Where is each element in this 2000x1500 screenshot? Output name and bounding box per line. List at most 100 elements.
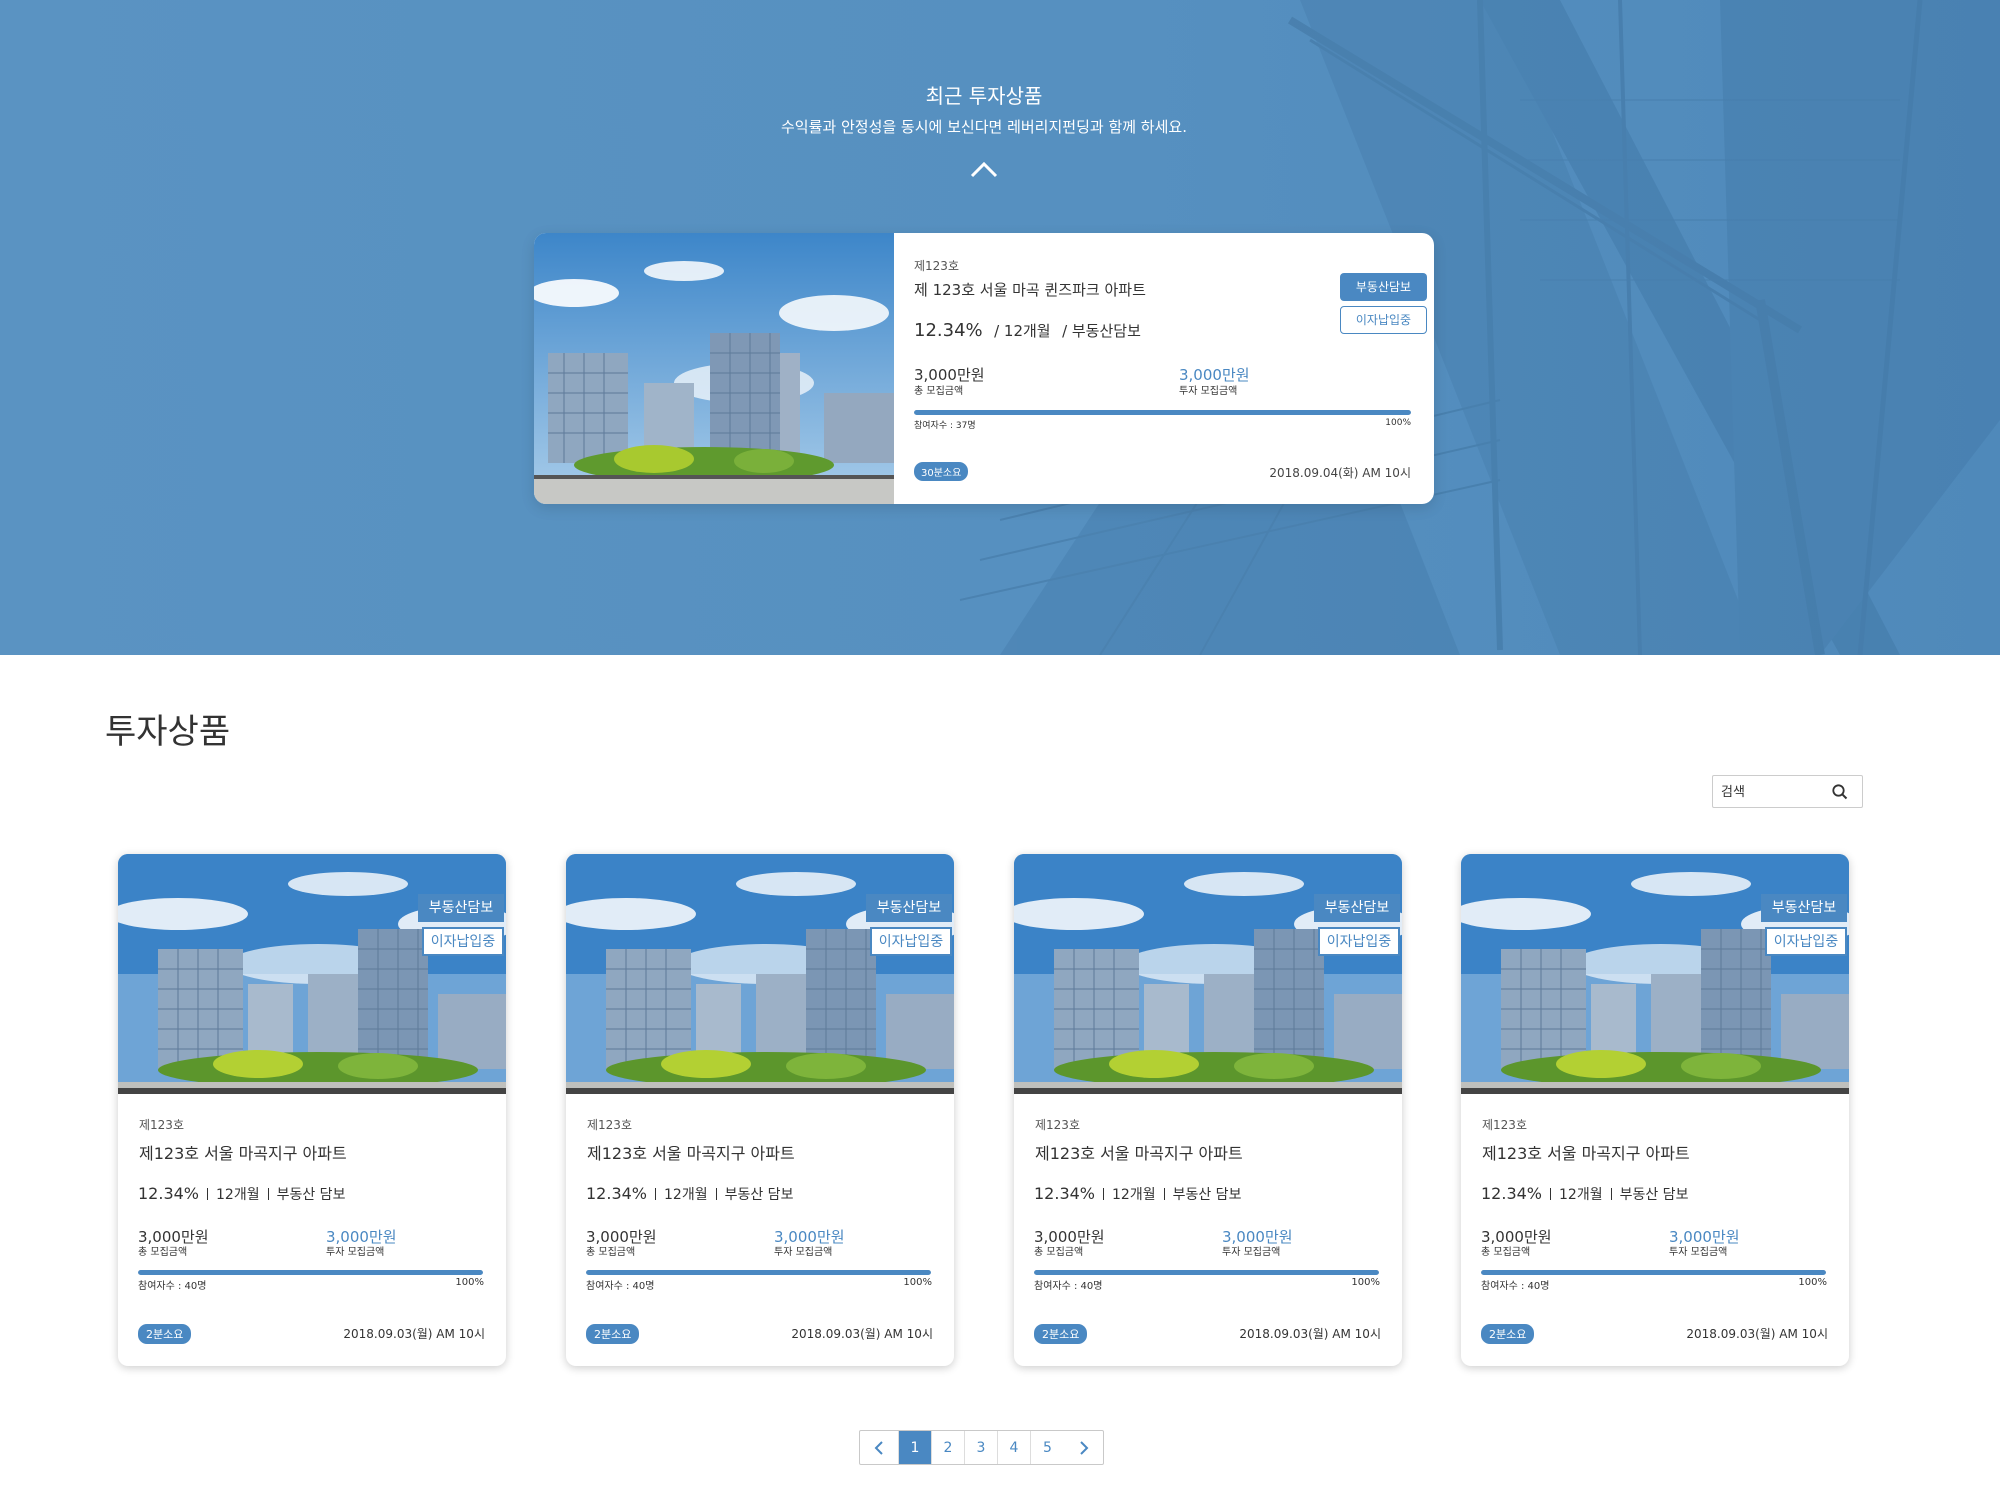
participants-count: 참여자수 : 37명 bbox=[914, 421, 976, 431]
tag-interest-paying: 이자납입중 bbox=[1340, 306, 1427, 334]
pagination-page-2[interactable]: 2 bbox=[932, 1431, 965, 1464]
funding-percent: 100% bbox=[1385, 418, 1411, 428]
search-input[interactable] bbox=[1721, 782, 1821, 802]
total-amount-label: 총 모집금액 bbox=[586, 1247, 636, 1258]
search-box[interactable] bbox=[1712, 775, 1863, 808]
invest-amount-label: 투자 모집금액 bbox=[1222, 1247, 1281, 1258]
funding-progress-bar bbox=[1481, 1270, 1826, 1275]
funding-progress-bar bbox=[586, 1270, 931, 1275]
product-rate: 12.34% bbox=[914, 320, 983, 341]
product-rate: 12.34% bbox=[1034, 1184, 1096, 1203]
funding-progress-bar bbox=[914, 410, 1411, 415]
product-rate-line: 12.34% 12개월 부동산 담보 bbox=[1481, 1184, 1688, 1204]
tag-real-estate-collateral: 부동산담보 bbox=[866, 894, 952, 922]
chevron-up-icon[interactable] bbox=[968, 158, 1000, 180]
funding-percent: 100% bbox=[1798, 1277, 1827, 1288]
duration-badge: 30분소요 bbox=[914, 462, 969, 481]
duration-badge: 2분소요 bbox=[1481, 1324, 1535, 1344]
pagination-next-button[interactable] bbox=[1064, 1431, 1103, 1464]
hero-banner: 최근 투자상품 수익률과 안정성을 동시에 보신다면 레버리지펀딩과 함께 하세… bbox=[0, 0, 2000, 655]
product-period: 12개월 bbox=[664, 1187, 708, 1203]
product-image bbox=[566, 854, 954, 1094]
tag-interest-paying: 이자납입중 bbox=[1318, 927, 1400, 956]
pagination-page-4[interactable]: 4 bbox=[998, 1431, 1031, 1464]
tag-real-estate-collateral: 부동산담보 bbox=[1340, 273, 1427, 301]
invest-amount-label: 투자 모집금액 bbox=[774, 1247, 833, 1258]
funding-progress-fill bbox=[586, 1270, 931, 1275]
product-card[interactable]: 부동산담보 이자납입중 제123호 제123호 서울 마곡지구 아파트 12.3… bbox=[118, 854, 506, 1366]
product-card[interactable]: 부동산담보 이자납입중 제123호 제123호 서울 마곡지구 아파트 12.3… bbox=[566, 854, 954, 1366]
total-amount-label: 총 모집금액 bbox=[1034, 1247, 1084, 1258]
pagination-prev-button[interactable] bbox=[860, 1431, 899, 1464]
product-rate: 12.34% bbox=[1481, 1184, 1543, 1203]
chevron-right-icon bbox=[1079, 1440, 1088, 1455]
product-number: 제123호 bbox=[587, 1118, 632, 1132]
search-icon[interactable] bbox=[1831, 783, 1849, 801]
product-type: / 부동산담보 bbox=[1062, 322, 1141, 340]
product-name[interactable]: 제 123호 서울 마곡 퀸즈파크 아파트 bbox=[914, 279, 1146, 300]
section-title: 투자상품 bbox=[105, 712, 231, 752]
product-number: 제123호 bbox=[914, 259, 959, 273]
separator bbox=[1103, 1188, 1105, 1200]
product-type: 부동산 담보 bbox=[1172, 1187, 1242, 1203]
product-image bbox=[1461, 854, 1849, 1094]
product-rate-line: 12.34% 12개월 부동산 담보 bbox=[1034, 1184, 1241, 1204]
product-rate: 12.34% bbox=[586, 1184, 648, 1203]
product-date: 2018.09.03(월) AM 10시 bbox=[1239, 1327, 1381, 1341]
funding-percent: 100% bbox=[903, 1277, 932, 1288]
featured-product-image bbox=[534, 233, 894, 504]
pagination-page-3[interactable]: 3 bbox=[965, 1431, 998, 1464]
separator bbox=[1550, 1188, 1552, 1200]
product-period: / 12개월 bbox=[994, 322, 1051, 340]
separator bbox=[715, 1188, 717, 1200]
product-name[interactable]: 제123호 서울 마곡지구 아파트 bbox=[139, 1140, 347, 1164]
separator bbox=[267, 1188, 269, 1200]
invest-amount-label: 투자 모집금액 bbox=[326, 1247, 385, 1258]
product-card[interactable]: 부동산담보 이자납입중 제123호 제123호 서울 마곡지구 아파트 12.3… bbox=[1014, 854, 1402, 1366]
funding-progress-fill bbox=[1034, 1270, 1379, 1275]
product-rate: 12.34% bbox=[138, 1184, 200, 1203]
funding-progress-fill bbox=[138, 1270, 483, 1275]
tag-interest-paying: 이자납입중 bbox=[1765, 927, 1847, 956]
pagination-page-1[interactable]: 1 bbox=[899, 1431, 932, 1464]
product-period: 12개월 bbox=[1559, 1187, 1603, 1203]
product-image bbox=[118, 854, 506, 1094]
product-name[interactable]: 제123호 서울 마곡지구 아파트 bbox=[1035, 1140, 1243, 1164]
product-rate-line: 12.34% / 12개월 / 부동산담보 bbox=[914, 320, 1141, 341]
funding-progress-bar bbox=[1034, 1270, 1379, 1275]
tag-real-estate-collateral: 부동산담보 bbox=[1761, 894, 1847, 922]
featured-product-card[interactable]: 제123호 제 123호 서울 마곡 퀸즈파크 아파트 12.34% / 12개… bbox=[534, 233, 1434, 504]
funding-progress-bar bbox=[138, 1270, 483, 1275]
product-date: 2018.09.03(월) AM 10시 bbox=[343, 1327, 485, 1341]
product-type: 부동산 담보 bbox=[276, 1187, 346, 1203]
product-type: 부동산 담보 bbox=[1619, 1187, 1689, 1203]
duration-badge: 2분소요 bbox=[586, 1324, 640, 1344]
product-name[interactable]: 제123호 서울 마곡지구 아파트 bbox=[1482, 1140, 1690, 1164]
pagination: 12345 bbox=[859, 1430, 1104, 1465]
hero-title: 최근 투자상품 bbox=[925, 84, 1043, 108]
duration-badge: 2분소요 bbox=[138, 1324, 192, 1344]
invest-amount-label: 투자 모집금액 bbox=[1179, 386, 1238, 397]
total-amount-label: 총 모집금액 bbox=[138, 1247, 188, 1258]
pagination-pages: 12345 bbox=[899, 1431, 1064, 1464]
product-period: 12개월 bbox=[1112, 1187, 1156, 1203]
product-type: 부동산 담보 bbox=[724, 1187, 794, 1203]
product-rate-line: 12.34% 12개월 부동산 담보 bbox=[586, 1184, 793, 1204]
duration-badge: 2분소요 bbox=[1034, 1324, 1088, 1344]
funding-progress-fill bbox=[914, 410, 1411, 415]
total-amount-label: 총 모집금액 bbox=[914, 386, 964, 397]
participants-count: 참여자수 : 40명 bbox=[1034, 1281, 1103, 1292]
pagination-page-5[interactable]: 5 bbox=[1031, 1431, 1064, 1464]
total-amount-label: 총 모집금액 bbox=[1481, 1247, 1531, 1258]
tag-interest-paying: 이자납입중 bbox=[870, 927, 952, 956]
participants-count: 참여자수 : 40명 bbox=[586, 1281, 655, 1292]
separator bbox=[655, 1188, 657, 1200]
separator bbox=[207, 1188, 209, 1200]
product-rate-line: 12.34% 12개월 부동산 담보 bbox=[138, 1184, 345, 1204]
product-name[interactable]: 제123호 서울 마곡지구 아파트 bbox=[587, 1140, 795, 1164]
chevron-left-icon bbox=[874, 1440, 883, 1455]
product-number: 제123호 bbox=[1035, 1118, 1080, 1132]
product-card[interactable]: 부동산담보 이자납입중 제123호 제123호 서울 마곡지구 아파트 12.3… bbox=[1461, 854, 1849, 1366]
participants-count: 참여자수 : 40명 bbox=[1481, 1281, 1550, 1292]
funding-percent: 100% bbox=[1351, 1277, 1380, 1288]
